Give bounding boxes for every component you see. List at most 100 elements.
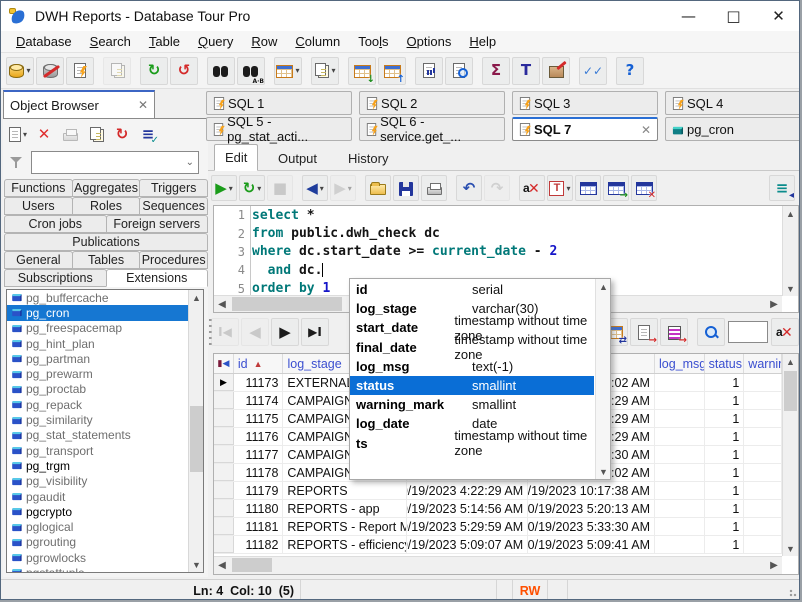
menu-table[interactable]: Table (140, 32, 189, 51)
sql-tab-sql-7[interactable]: SQL 7✕ (512, 117, 658, 141)
import-data-button[interactable]: ↓ (348, 57, 376, 85)
grid-columns-button[interactable] (575, 175, 601, 201)
previous-query-button[interactable]: ◀▾ (302, 175, 328, 201)
tab-cron-jobs[interactable]: Cron jobs (4, 215, 107, 233)
scroll-down-icon[interactable]: ▼ (596, 464, 611, 479)
prior-record-button[interactable]: ◀ (241, 318, 269, 346)
edit-sql-script-button[interactable] (66, 57, 94, 85)
execute-query-button[interactable]: ▶▾ (211, 175, 237, 201)
tab-edit[interactable]: Edit (214, 144, 258, 171)
refresh-objects-button[interactable]: ↻ (110, 122, 134, 146)
extension-item[interactable]: pg_prewarm (7, 366, 203, 381)
dropdown-arrow-icon[interactable]: ▾ (331, 66, 335, 75)
column-header-id[interactable]: id▲ (234, 354, 284, 373)
sql-tab-sql-5-pg-stat-acti[interactable]: SQL 5 - pg_stat_acti... (206, 117, 352, 141)
tab-functions[interactable]: Functions (4, 179, 73, 197)
column-header-warning[interactable]: warnin (744, 354, 782, 373)
undo-all-button[interactable]: ↺ (170, 57, 198, 85)
extension-item[interactable]: pglogical (7, 519, 203, 534)
scroll-right-icon[interactable]: ▶ (766, 557, 782, 573)
dropdown-arrow-icon[interactable]: ▾ (566, 184, 570, 193)
find-button[interactable] (207, 57, 235, 85)
menu-tools[interactable]: Tools (349, 32, 397, 51)
report-design-button[interactable] (415, 57, 443, 85)
quick-filter-input[interactable] (728, 321, 768, 343)
menu-row[interactable]: Row (242, 32, 286, 51)
object-browser-tab[interactable]: Object Browser ✕ (3, 90, 155, 118)
record-to-report-button[interactable]: → (630, 318, 658, 346)
save-file-button[interactable] (393, 175, 419, 201)
tab-output[interactable]: Output (268, 145, 327, 171)
text-labels-button[interactable]: T (512, 57, 540, 85)
scroll-down-icon[interactable]: ▼ (783, 541, 798, 556)
menu-column[interactable]: Column (286, 32, 349, 51)
tab-foreign-servers[interactable]: Foreign servers (106, 215, 209, 233)
menu-database[interactable]: Database (7, 32, 81, 51)
text-options-button[interactable]: T▾ (547, 175, 573, 201)
dropdown-arrow-icon[interactable]: ▾ (23, 130, 27, 139)
maximize-button[interactable]: □ (711, 1, 756, 31)
extension-item[interactable]: pg_stat_statements (7, 428, 203, 443)
extension-item[interactable]: pgrouting (7, 535, 203, 550)
new-object-button[interactable]: ▾ (6, 122, 30, 146)
sql-tab-sql-2[interactable]: SQL 2 (359, 91, 505, 115)
stop-execution-button[interactable]: ■ (267, 175, 293, 201)
scrollbar-thumb[interactable] (190, 406, 203, 472)
close-icon[interactable]: ✕ (138, 98, 148, 112)
scroll-up-icon[interactable]: ▲ (783, 354, 798, 369)
copy-button[interactable]: ▾ (311, 57, 339, 85)
autocomplete-item[interactable]: idserial (350, 280, 594, 299)
extensions-scrollbar[interactable]: ▲ ▼ (188, 290, 203, 572)
tab-publications[interactable]: Publications (4, 233, 208, 251)
clear-filter-button[interactable]: ✕ (771, 318, 799, 346)
extension-item[interactable]: pg_proctab (7, 382, 203, 397)
extension-item[interactable]: pg_hint_plan (7, 336, 203, 351)
grid-hscrollbar[interactable]: ◀ ▶ (214, 556, 782, 574)
redo-button[interactable]: ↷ (484, 175, 510, 201)
tab-extensions[interactable]: Extensions (106, 269, 209, 287)
table-row[interactable]: 11180REPORTS - app10/19/2023 5:14:56 AM1… (214, 500, 782, 518)
close-results-button[interactable]: ✕ (631, 175, 657, 201)
extension-item[interactable]: pg_similarity (7, 412, 203, 427)
help-button[interactable]: ? (616, 57, 644, 85)
tab-tables[interactable]: Tables (72, 251, 141, 269)
scroll-up-icon[interactable]: ▲ (189, 290, 204, 305)
scroll-down-icon[interactable]: ▼ (783, 281, 798, 296)
table-row[interactable]: 11181REPORTS - Report M10/19/2023 5:29:5… (214, 518, 782, 536)
dropdown-arrow-icon[interactable]: ▾ (257, 184, 261, 193)
replace-button[interactable]: A·B (237, 57, 265, 85)
extension-item[interactable]: pg_partman (7, 351, 203, 366)
autocomplete-item[interactable]: statussmallint (350, 376, 594, 395)
sql-tab-sql-1[interactable]: SQL 1 (206, 91, 352, 115)
disconnect-database-button[interactable] (36, 57, 64, 85)
resize-grip[interactable] (789, 589, 799, 599)
graphics-editor-button[interactable] (542, 57, 570, 85)
object-list-options-button[interactable]: ≡✓ (136, 122, 160, 146)
last-record-button[interactable]: ▶Ι (301, 318, 329, 346)
tab-users[interactable]: Users (4, 197, 73, 215)
editor-vscrollbar[interactable]: ▲ ▼ (782, 206, 798, 296)
scrollbar-thumb[interactable] (232, 558, 272, 572)
tab-sequences[interactable]: Sequences (139, 197, 208, 215)
autocomplete-item[interactable]: final_datetimestamp without time zone (350, 338, 594, 357)
extension-item[interactable]: pg_transport (7, 443, 203, 458)
extension-item[interactable]: pg_buffercache (7, 290, 203, 305)
first-record-button[interactable]: Ι◀ (211, 318, 239, 346)
extension-item[interactable]: pgaudit (7, 489, 203, 504)
sql-tab-sql-6-service-get[interactable]: SQL 6 - service.get_... (359, 117, 505, 141)
autocomplete-item[interactable]: warning_marksmallint (350, 395, 594, 414)
commit-button[interactable] (103, 57, 131, 85)
tab-roles[interactable]: Roles (72, 197, 141, 215)
object-filter-combobox[interactable]: ⌄ (31, 151, 199, 174)
search-record-button[interactable] (697, 318, 725, 346)
close-button[interactable]: ✕ (756, 1, 800, 31)
table-view-button[interactable]: ▾ (274, 57, 302, 85)
tab-general[interactable]: General (4, 251, 73, 269)
sql-tab-sql-4[interactable]: SQL 4 (665, 91, 800, 115)
tab-triggers[interactable]: Triggers (139, 179, 208, 197)
dropdown-arrow-icon[interactable]: ▾ (295, 66, 299, 75)
dropdown-arrow-icon[interactable]: ▾ (26, 66, 30, 75)
validate-data-button[interactable]: ✓✓ (579, 57, 607, 85)
indent-options-button[interactable]: ≡◂ (769, 175, 795, 201)
scroll-right-icon[interactable]: ▶ (766, 296, 782, 312)
